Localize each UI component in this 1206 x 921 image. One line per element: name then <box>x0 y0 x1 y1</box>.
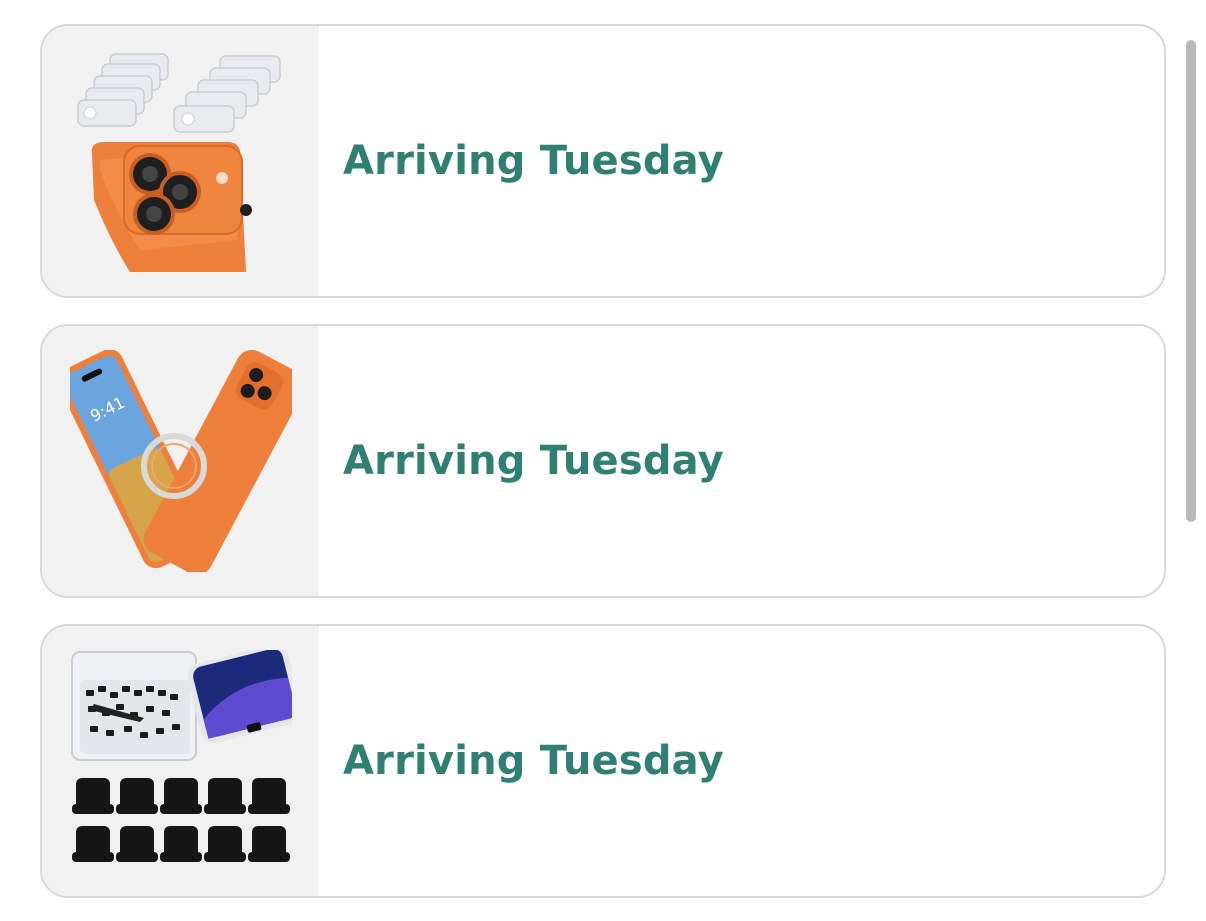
order-card[interactable]: Arriving Tuesday <box>40 24 1166 298</box>
product-thumbnail[interactable] <box>42 26 319 296</box>
dust-plug-icon <box>71 650 292 862</box>
order-list: Arriving Tuesday 9:41 Arriving Tuesday A… <box>40 24 1166 921</box>
order-card[interactable]: Arriving Tuesday <box>40 624 1166 898</box>
product-thumbnail[interactable]: 9:41 <box>42 326 319 596</box>
order-info: Arriving Tuesday <box>319 626 1164 896</box>
scrollbar-thumb[interactable] <box>1186 40 1196 522</box>
orders-page: Arriving Tuesday 9:41 Arriving Tuesday A… <box>0 0 1206 921</box>
camera-lens-protector-icon <box>77 53 281 272</box>
order-info: Arriving Tuesday <box>319 326 1164 596</box>
delivery-status[interactable]: Arriving Tuesday <box>343 738 724 784</box>
phone-case-icon: 9:41 <box>70 350 292 572</box>
order-card[interactable]: 9:41 Arriving Tuesday <box>40 324 1166 598</box>
order-info: Arriving Tuesday <box>319 26 1164 296</box>
delivery-status[interactable]: Arriving Tuesday <box>343 138 724 184</box>
delivery-status[interactable]: Arriving Tuesday <box>343 438 724 484</box>
scrollbar[interactable] <box>1186 40 1196 522</box>
product-thumbnail[interactable] <box>42 626 319 896</box>
